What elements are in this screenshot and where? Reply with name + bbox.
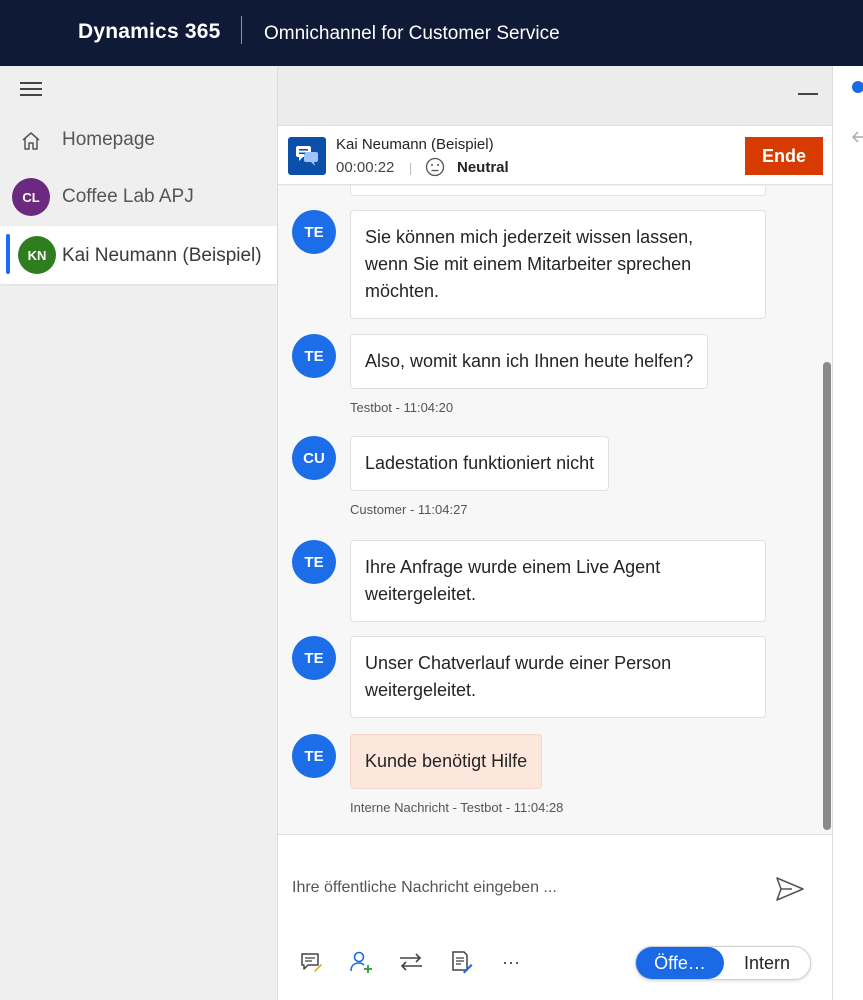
message-list[interactable]: TE Sie können mich jederzeit wissen lass… [278,186,832,834]
internal-message-bubble: Kunde benötigt Hilfe [350,734,543,789]
message-text: weitergeleitet. [365,680,477,700]
message-text: Unser Chatverlauf wurde einer Person [365,653,672,673]
avatar: TE [292,210,336,254]
message-text: Kunde benötigt Hilfe [365,751,528,771]
public-mode-option[interactable]: Öffe… [636,947,724,979]
back-arrow-icon[interactable] [851,128,863,146]
message-text: Ihre Anfrage wurde einem Live Agent [365,557,661,577]
conversation-header: Kai Neumann (Beispiel) 00:00:22 Neutral … [278,125,832,185]
avatar: CU [292,436,336,480]
chat-icon[interactable] [851,80,863,94]
chat-icon [288,137,326,175]
message-text: Also, womit kann ich Ihnen heute helfen? [365,351,694,371]
notes-icon[interactable] [448,949,474,975]
avatar: TE [292,636,336,680]
sentiment-label: Neutral [457,159,509,176]
home-icon [22,132,40,150]
end-button[interactable]: Ende [745,137,823,175]
message-bubble: Ihre Anfrage wurde einem Live Agent weit… [350,540,766,622]
side-pane [832,66,863,1000]
avatar: TE [292,334,336,378]
divider [410,163,411,175]
message-bubble: Unser Chatverlauf wurde einer Person wei… [350,636,766,718]
consult-agent-icon[interactable] [348,949,374,975]
sidebar-item-coffee-lab[interactable]: CL Coffee Lab APJ [0,168,277,226]
top-bar: Dynamics 365 Omnichannel for Customer Se… [0,0,863,66]
scrollbar[interactable] [823,362,831,830]
quick-replies-icon[interactable] [298,949,324,975]
message-bubble: Sie können mich jederzeit wissen lassen,… [350,210,766,319]
sidebar-item-kai-neumann[interactable]: KN Kai Neumann (Beispiel) [0,226,277,284]
composer: ··· Öffe… Intern [278,834,832,1000]
message-mode-toggle[interactable]: Öffe… Intern [635,946,811,980]
message-meta: Interne Nachricht - Testbot - 11:04:28 [350,800,564,815]
customer-name: Kai Neumann (Beispiel) [336,136,494,153]
avatar: TE [292,734,336,778]
message-meta: Testbot - 11:04:20 [350,400,454,415]
message-bubble: Also, womit kann ich Ihnen heute helfen? [350,334,709,389]
avatar: KN [18,236,56,274]
sidebar-item-label: Coffee Lab APJ [62,186,194,207]
sidebar-item-label: Kai Neumann (Beispiel) [62,245,262,266]
minimize-icon[interactable] [798,93,818,95]
panel-toolbar [278,66,832,125]
message-text: weitergeleitet. [365,584,477,604]
internal-mode-option[interactable]: Intern [724,947,810,979]
more-options-icon[interactable]: ··· [498,949,524,975]
session-sidebar: Homepage CL Coffee Lab APJ KN Kai Neuman… [0,66,278,1000]
message-bubble: Ladestation funktioniert nicht [350,436,610,491]
divider [241,16,242,44]
session-timer: 00:00:22 [336,159,395,176]
message-meta: Customer - 11:04:27 [350,502,468,517]
message-input[interactable] [292,873,752,903]
message-bubble [350,186,766,196]
menu-icon[interactable] [20,82,42,96]
message-text: Ladestation funktioniert nicht [365,453,595,473]
message-text: möchten. [365,281,440,301]
sidebar-item-label: Homepage [62,129,155,150]
send-icon[interactable] [774,875,806,903]
brand-title[interactable]: Dynamics 365 [78,20,221,44]
transfer-icon[interactable] [398,949,424,975]
message-text: Sie können mich jederzeit wissen lassen, [365,227,694,247]
avatar: TE [292,540,336,584]
sidebar-item-homepage[interactable]: Homepage [0,111,277,169]
message-text: wenn Sie mit einem Mitarbeiter sprechen [365,254,692,274]
neutral-face-icon [425,157,445,177]
app-name: Omnichannel for Customer Service [264,23,560,44]
chat-panel: Kai Neumann (Beispiel) 00:00:22 Neutral … [278,66,832,1000]
avatar: CL [12,178,50,216]
